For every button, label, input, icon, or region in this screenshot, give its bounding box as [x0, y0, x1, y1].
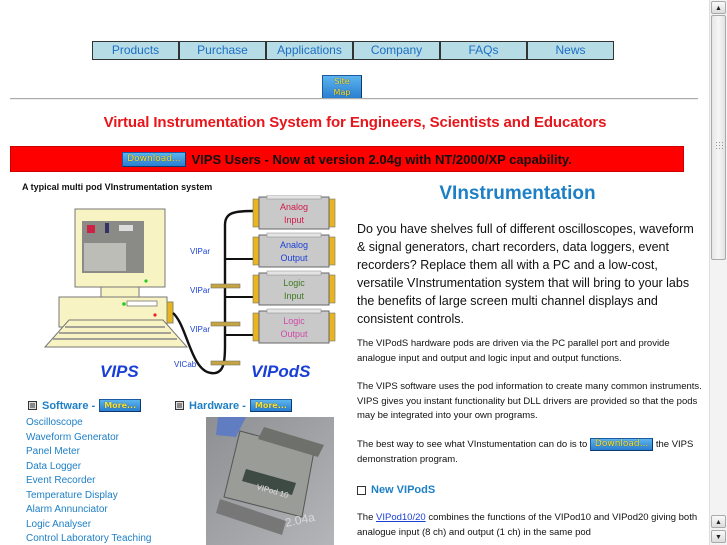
- hardware-more-button[interactable]: More...: [249, 399, 292, 412]
- new-vipods-paragraph: The VIPod10/20 combines the functions of…: [357, 511, 702, 540]
- intro-paragraph: Do you have shelves full of different os…: [357, 222, 694, 326]
- cable-label: VIPar: [190, 247, 210, 256]
- nav-news[interactable]: News: [528, 42, 613, 59]
- divider: [10, 98, 698, 100]
- pods-paragraph: The VIPodS hardware pods are driven via …: [357, 338, 670, 364]
- hardware-photo: VIPod 10 2.04a: [206, 417, 334, 545]
- hardware-heading: Hardware - More...: [175, 399, 292, 412]
- hardware-heading-text: Hardware -: [189, 399, 246, 412]
- vipod1020-link[interactable]: VIPod10/20: [376, 512, 426, 523]
- sitemap-button[interactable]: Site Map: [322, 75, 362, 99]
- software-link[interactable]: Alarm Annunciator: [26, 503, 151, 518]
- nav-company[interactable]: Company: [354, 42, 441, 59]
- pod-label: Output: [280, 253, 308, 263]
- software-heading-text: Software -: [42, 399, 96, 412]
- bullet-icon: [175, 401, 184, 410]
- demo-download-button[interactable]: Download...: [589, 438, 654, 451]
- pod-label: Output: [280, 329, 308, 339]
- scroll-thumb[interactable]: [711, 15, 726, 260]
- banner-text: VIPS Users - Now at version 2.04g with N…: [191, 151, 572, 167]
- tagline: Virtual Instrumentation System for Engin…: [103, 114, 607, 131]
- version-banner: Download... VIPS Users - Now at version …: [10, 146, 684, 172]
- bullet-icon: [28, 401, 37, 410]
- scroll-up-button-bottom[interactable]: ▲: [711, 515, 726, 528]
- pod-label: Input: [284, 291, 305, 301]
- vertical-scrollbar[interactable]: ▲ ▲ ▼: [709, 0, 727, 545]
- scroll-up-button[interactable]: ▲: [711, 1, 726, 14]
- cable-label: VICab: [174, 360, 197, 369]
- main-nav: Products Purchase Applications Company F…: [92, 41, 614, 60]
- bullet-icon: [357, 485, 366, 495]
- pod-label: Logic: [283, 316, 305, 326]
- web-page: Products Purchase Applications Company F…: [0, 0, 710, 545]
- software-list: Oscilloscope Waveform Generator Panel Me…: [26, 416, 151, 545]
- nav-purchase[interactable]: Purchase: [180, 42, 267, 59]
- vips-label: VIPS: [100, 362, 139, 381]
- software-more-button[interactable]: More...: [99, 399, 142, 412]
- software-link[interactable]: Control Laboratory Teaching: [26, 532, 151, 545]
- pod-box: Logic Output: [252, 308, 336, 344]
- software-link[interactable]: Logic Analyser: [26, 518, 151, 533]
- system-diagram: VIPar VIPar VIPar VICab AnalogInputAnalo…: [43, 195, 336, 381]
- pc-illustration: [43, 208, 189, 348]
- pod-box: Analog Output: [252, 232, 336, 268]
- software-heading: Software - More...: [28, 399, 142, 412]
- nav-faqs[interactable]: FAQs: [441, 42, 528, 59]
- pod-label: Logic: [283, 278, 305, 288]
- pod-label: Analog: [280, 202, 308, 212]
- download-paragraph: The best way to see what VInstumentation…: [357, 438, 702, 467]
- banner-download-button[interactable]: Download...: [122, 151, 186, 167]
- nav-applications[interactable]: Applications: [267, 42, 354, 59]
- grip-icon: [715, 141, 723, 151]
- cable-label: VIPar: [190, 286, 210, 295]
- vipods-label: VIPodS: [251, 362, 311, 381]
- cable-label: VIPar: [190, 325, 210, 334]
- diagram-title: A typical multi pod VInstrumentation sys…: [22, 182, 213, 192]
- software-link[interactable]: Event Recorder: [26, 474, 151, 489]
- vipod-text-before: The: [357, 512, 374, 523]
- main-title: VInstrumentation: [439, 183, 596, 204]
- pod-label: Analog: [280, 240, 308, 250]
- nav-products[interactable]: Products: [93, 42, 180, 59]
- software-paragraph: The VIPS software uses the pod informati…: [357, 381, 702, 421]
- software-link[interactable]: Data Logger: [26, 460, 151, 475]
- sitemap-wrap: Site Map: [322, 75, 362, 99]
- software-link[interactable]: Oscilloscope: [26, 416, 151, 431]
- pod-box: Logic Input: [252, 270, 336, 306]
- software-link[interactable]: Panel Meter: [26, 445, 151, 460]
- scroll-down-button[interactable]: ▼: [711, 530, 726, 543]
- download-text-before: The best way to see what VInstumentation…: [357, 439, 588, 451]
- software-link[interactable]: Waveform Generator: [26, 431, 151, 446]
- software-link[interactable]: Temperature Display: [26, 489, 151, 504]
- pod-label: Input: [284, 215, 305, 225]
- new-vipods-heading-text: New VIPodS: [371, 484, 436, 496]
- pod-box: Analog Input: [252, 195, 336, 230]
- new-vipods-heading: New VIPodS: [357, 484, 435, 496]
